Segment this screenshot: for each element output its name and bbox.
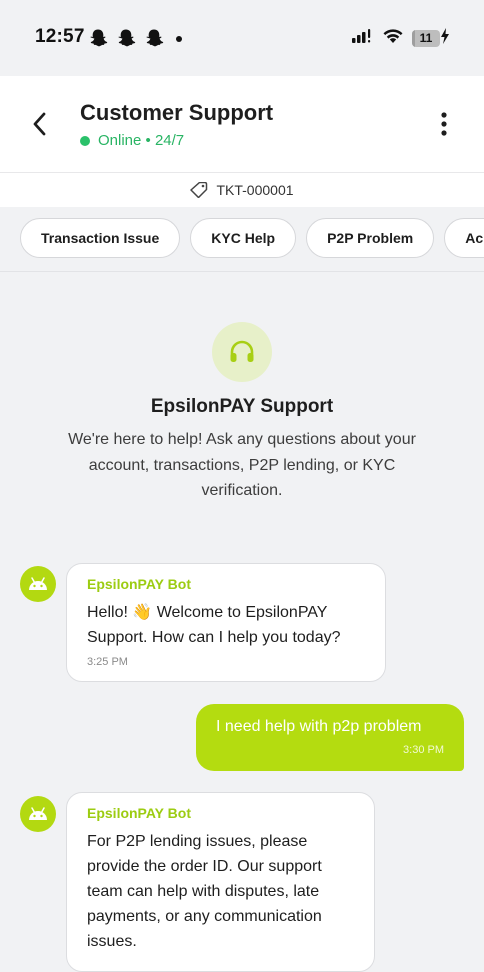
sender-name: EpsilonPAY Bot (87, 805, 191, 821)
battery-body: 11 (412, 30, 440, 47)
headphones-icon (230, 340, 254, 362)
chip-account[interactable]: Ac (444, 218, 484, 258)
more-notifications-dot (176, 36, 182, 42)
snapchat-ghost-icon (144, 28, 164, 53)
snapchat-ghost-icon (116, 28, 136, 53)
page-title: Customer Support (80, 100, 274, 125)
sender-name: EpsilonPAY Bot (87, 576, 191, 592)
message-time: 3:30 PM (403, 744, 444, 756)
ticket-id: TKT-000001 (216, 182, 294, 198)
chat-header: Customer Support Online • 24/7 (0, 76, 484, 172)
welcome-text: We're here to help! Ask any questions ab… (68, 431, 416, 499)
notification-icons (88, 28, 164, 53)
bot-avatar (20, 796, 56, 832)
android-icon (29, 807, 47, 820)
charging-icon (440, 28, 450, 49)
user-message: I need help with p2p problem 3:30 PM (196, 704, 464, 771)
bot-avatar (20, 566, 56, 602)
back-button[interactable] (24, 108, 56, 140)
battery-level-text: 11 (419, 31, 433, 45)
system-icons: 11 (352, 28, 450, 49)
bot-message: EpsilonPAY Bot For P2P lending issues, p… (66, 792, 375, 972)
more-options-button[interactable] (432, 110, 456, 138)
welcome-title: EpsilonPAY Support (150, 396, 334, 417)
bot-message: EpsilonPAY Bot Hello! 👋 Welcome to Epsil… (66, 563, 386, 682)
online-status: Online • 24/7 (80, 132, 184, 149)
ticket-icon (190, 182, 208, 198)
chip-kyc-help[interactable]: KYC Help (190, 218, 297, 258)
message-time: 3:25 PM (87, 656, 128, 668)
ticket-info: TKT-000001 (0, 172, 484, 207)
snapchat-ghost-icon (88, 28, 108, 53)
online-status-text: Online • 24/7 (98, 132, 185, 149)
online-indicator-dot (80, 135, 90, 146)
message-text: I need help with p2p problem (216, 718, 422, 735)
chip-transaction-issue[interactable]: Transaction Issue (20, 218, 181, 258)
message-text: For P2P lending issues, please provide t… (87, 833, 322, 950)
support-avatar (212, 322, 272, 382)
chip-p2p-problem[interactable]: P2P Problem (306, 218, 435, 258)
quick-actions-bar: Transaction Issue KYC Help P2P Problem A… (0, 207, 484, 272)
battery-icon: 11 (412, 28, 450, 49)
android-icon (29, 577, 47, 590)
status-bar: 12:57 11 (0, 0, 484, 76)
message-text: Hello! 👋 Welcome to EpsilonPAY Support. … (87, 604, 341, 646)
signal-icon (352, 28, 374, 49)
chevron-left-icon (33, 112, 46, 136)
status-time: 12:57 (35, 26, 85, 47)
quick-actions: Transaction Issue KYC Help P2P Problem A… (20, 218, 484, 258)
more-vertical-icon (441, 112, 447, 136)
wifi-icon (382, 28, 404, 49)
